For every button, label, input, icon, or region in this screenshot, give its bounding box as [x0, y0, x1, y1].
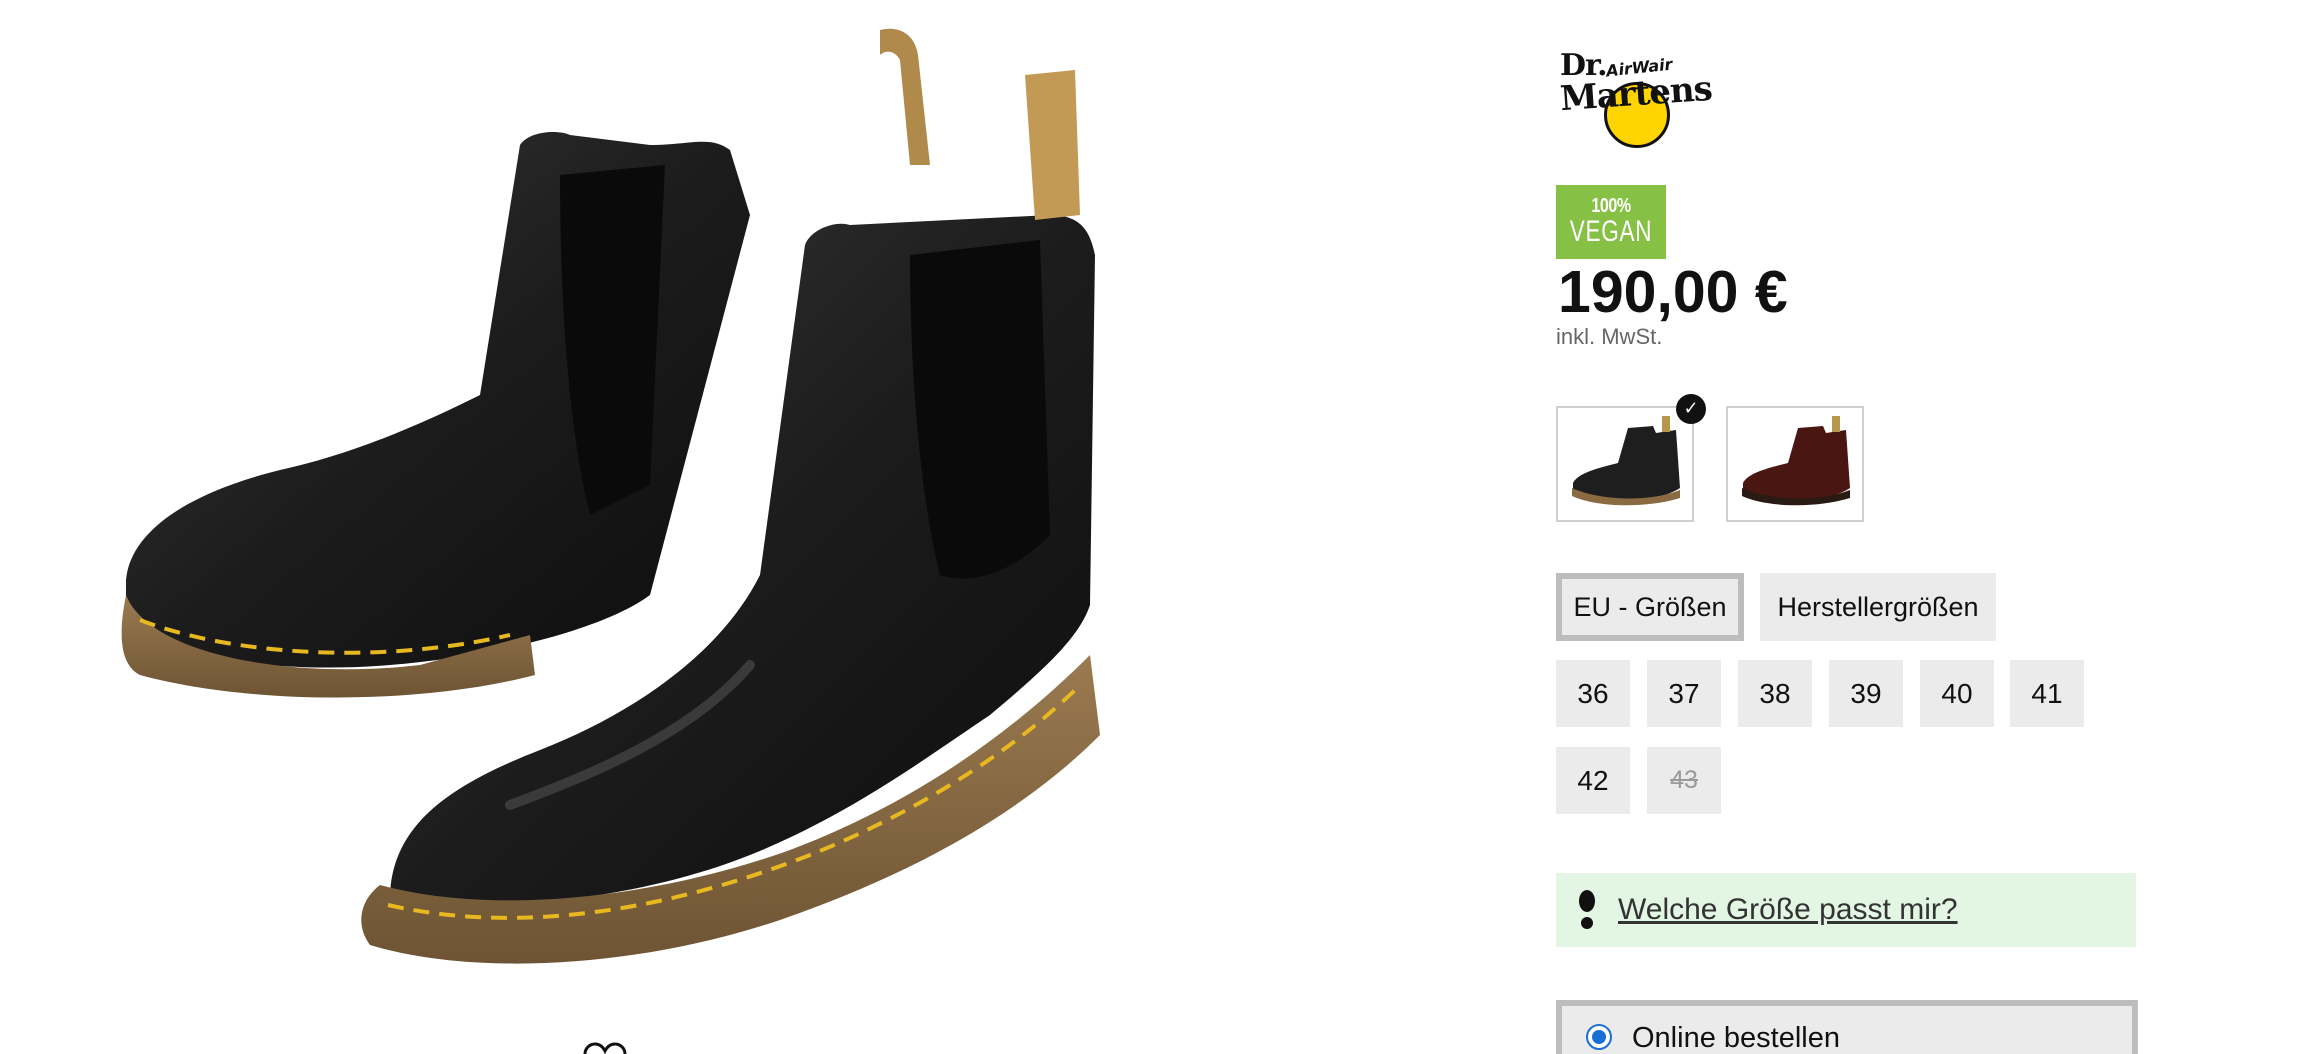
size-advice-link[interactable]: Welche Größe passt mir? [1618, 893, 1958, 927]
order-online-label: Online bestellen [1632, 1022, 1840, 1054]
wishlist-button[interactable] [562, 1022, 648, 1054]
size-option-36[interactable]: 36 [1556, 660, 1630, 727]
tab-manufacturer-sizes[interactable]: Herstellergrößen [1760, 573, 1996, 641]
variant-thumbnail-black [1572, 416, 1680, 506]
vegan-badge: 100% VEGAN [1556, 185, 1666, 259]
vegan-badge-label: VEGAN [1569, 215, 1653, 248]
size-option-42[interactable]: 42 [1556, 747, 1630, 814]
product-info: Dr. AirWair Martens 100% VEGAN 190,00 € … [1556, 0, 2256, 1054]
size-option-37[interactable]: 37 [1647, 660, 1721, 727]
vat-note: inkl. MwSt. [1556, 324, 1663, 349]
size-option-41[interactable]: 41 [2010, 660, 2084, 727]
product-gallery [0, 0, 1300, 1054]
brand-logo[interactable]: Dr. AirWair Martens [1556, 48, 1722, 148]
order-online-radio[interactable] [1586, 1024, 1612, 1050]
selected-check-icon: ✓ [1676, 394, 1706, 424]
color-variant-black[interactable] [1556, 406, 1694, 522]
size-advice-box: Welche Größe passt mir? [1556, 873, 2136, 947]
order-option-online[interactable]: Online bestellen [1556, 1000, 2138, 1054]
color-variant-cherry-red[interactable] [1726, 406, 1864, 522]
footprint-icon [1579, 890, 1595, 929]
size-option-39[interactable]: 39 [1829, 660, 1903, 727]
variant-thumbnail-cherry-red [1742, 416, 1850, 506]
product-price: 190,00 € [1558, 259, 1788, 325]
size-option-38[interactable]: 38 [1738, 660, 1812, 727]
size-option-43-unavailable: 43 [1647, 747, 1721, 814]
heart-icon [583, 1042, 627, 1054]
size-option-40[interactable]: 40 [1920, 660, 1994, 727]
product-image-boots[interactable] [90, 15, 1110, 1025]
tab-eu-sizes[interactable]: EU - Größen [1556, 573, 1744, 641]
vegan-badge-percent: 100% [1591, 195, 1631, 217]
